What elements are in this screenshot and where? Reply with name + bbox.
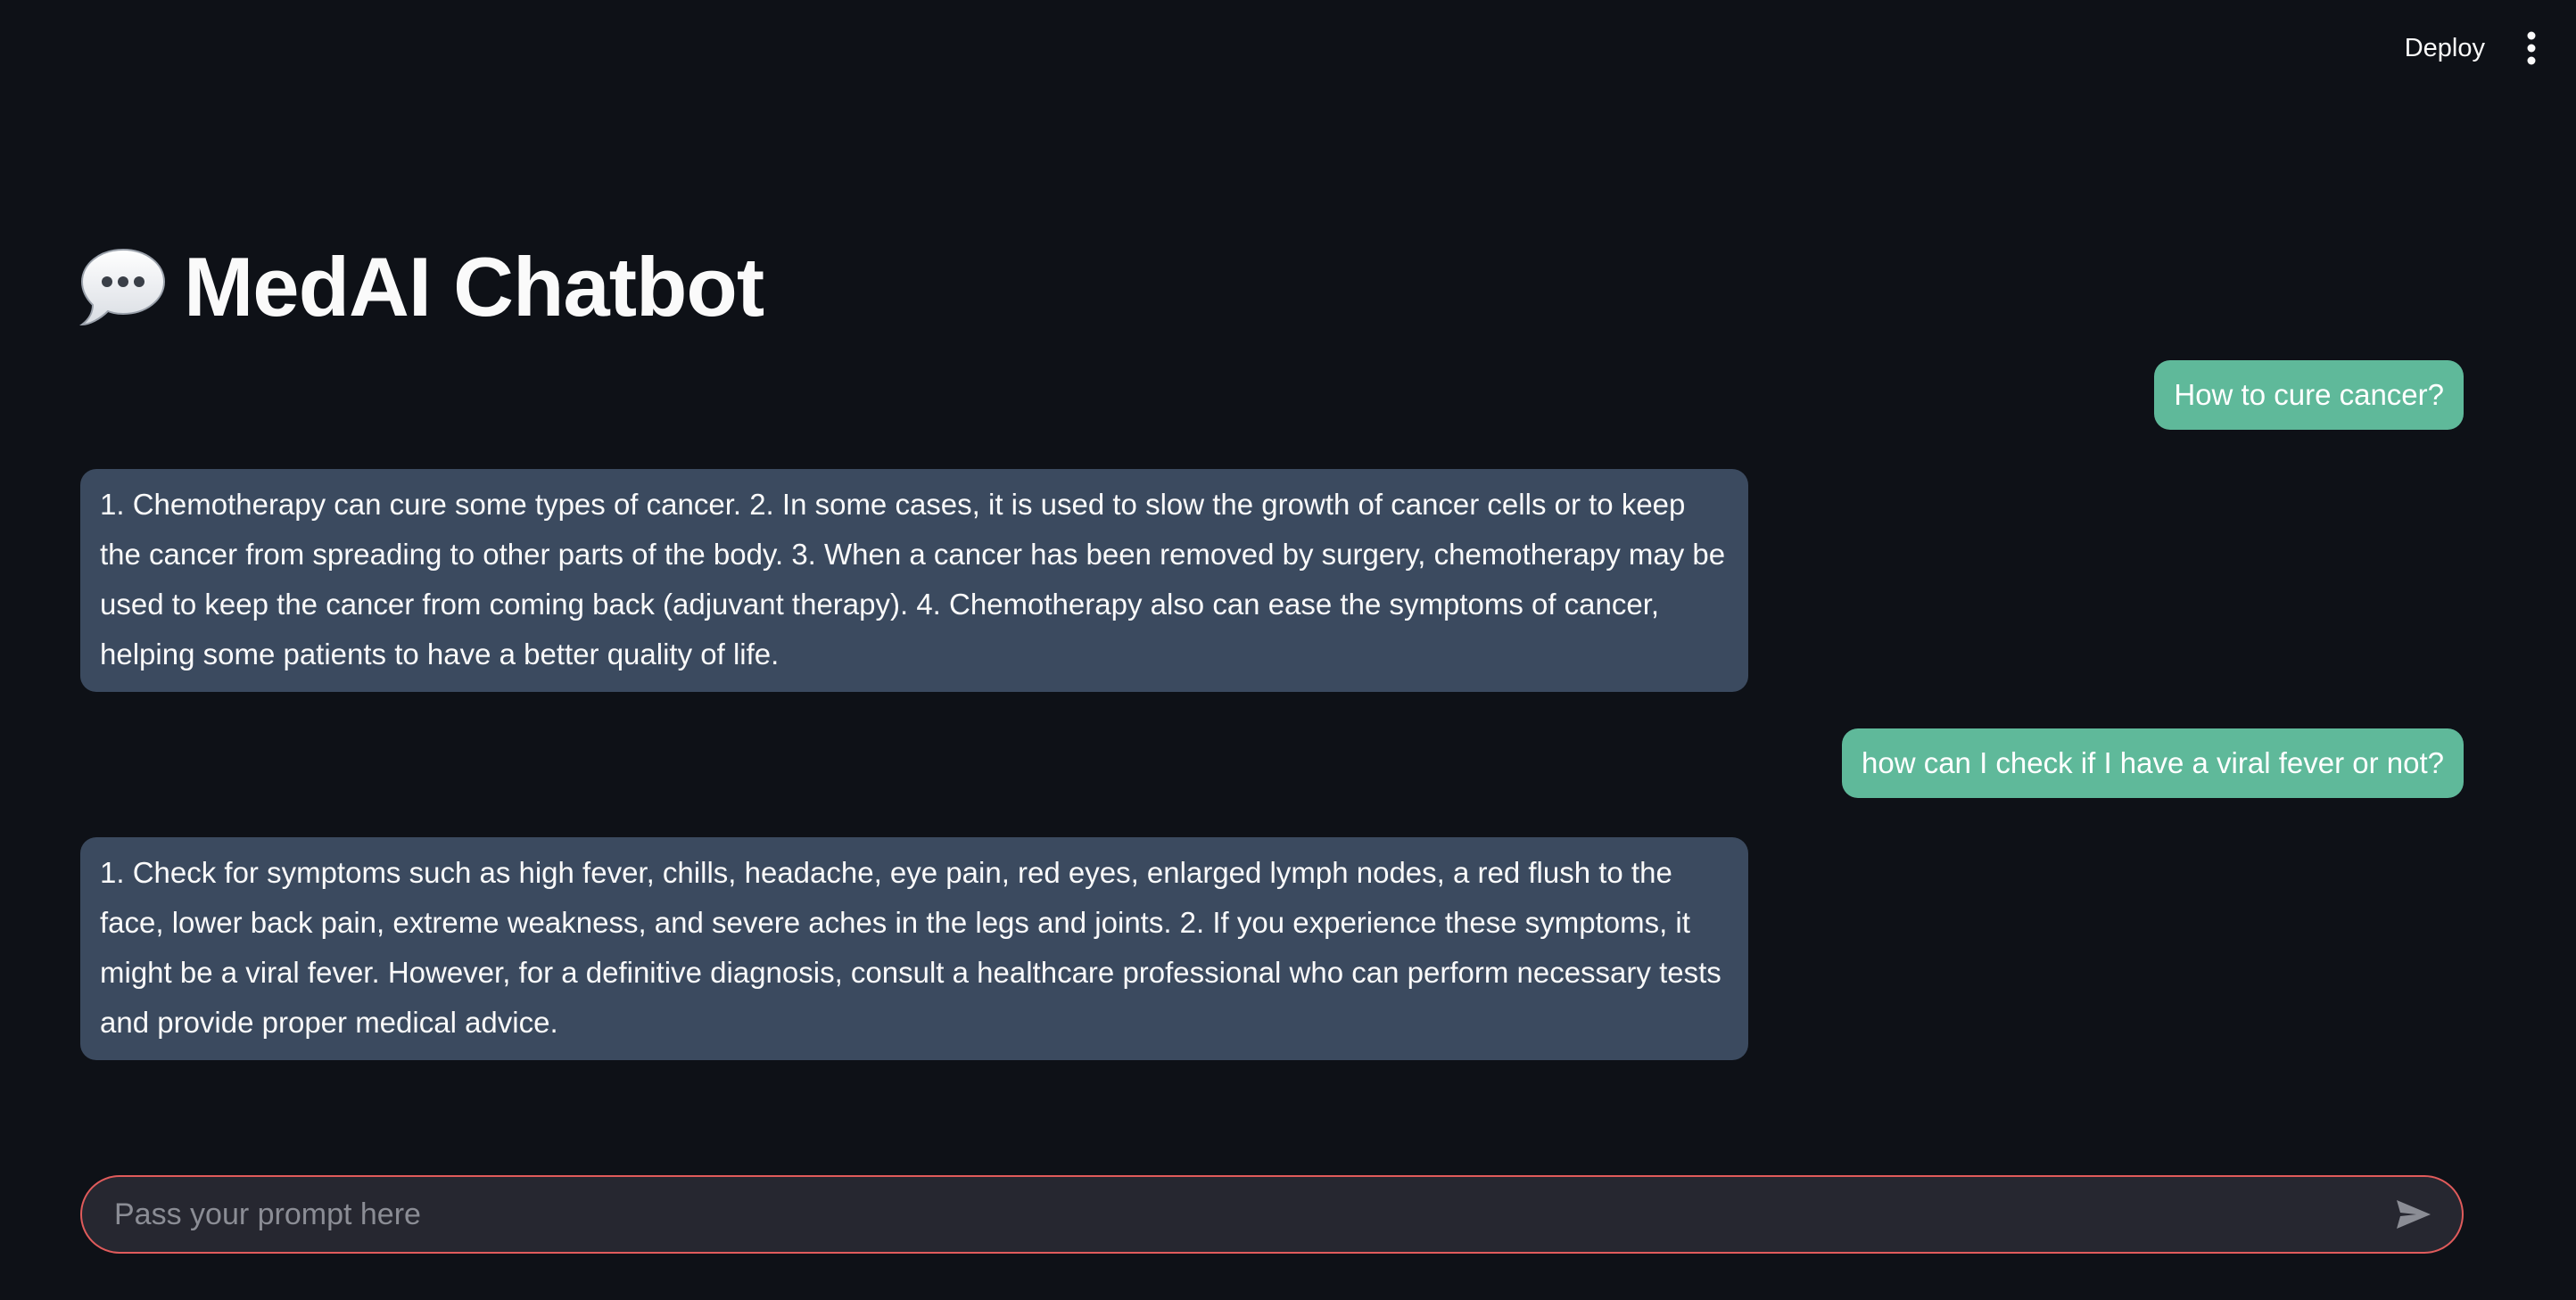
send-button[interactable]	[2385, 1186, 2442, 1243]
main-menu-button[interactable]	[2506, 23, 2556, 73]
chat-input-container	[80, 1175, 2464, 1254]
user-message: how can I check if I have a viral fever …	[1842, 728, 2464, 798]
top-toolbar: Deploy	[0, 0, 2576, 93]
send-arrow-icon	[2397, 1200, 2431, 1229]
page-header: MedAI Chatbot	[78, 234, 764, 341]
app-root: Deploy MedAI Chatbot How to cure cancer?…	[0, 0, 2576, 1300]
user-message: How to cure cancer?	[2154, 360, 2464, 430]
deploy-button[interactable]: Deploy	[2394, 23, 2496, 73]
kebab-menu-icon	[2527, 31, 2536, 65]
assistant-message: 1. Chemotherapy can cure some types of c…	[80, 469, 1748, 692]
prompt-input[interactable]	[82, 1177, 2385, 1252]
speech-bubble-icon	[78, 248, 166, 326]
assistant-message: 1. Check for symptoms such as high fever…	[80, 837, 1748, 1060]
page-title: MedAI Chatbot	[184, 240, 764, 333]
